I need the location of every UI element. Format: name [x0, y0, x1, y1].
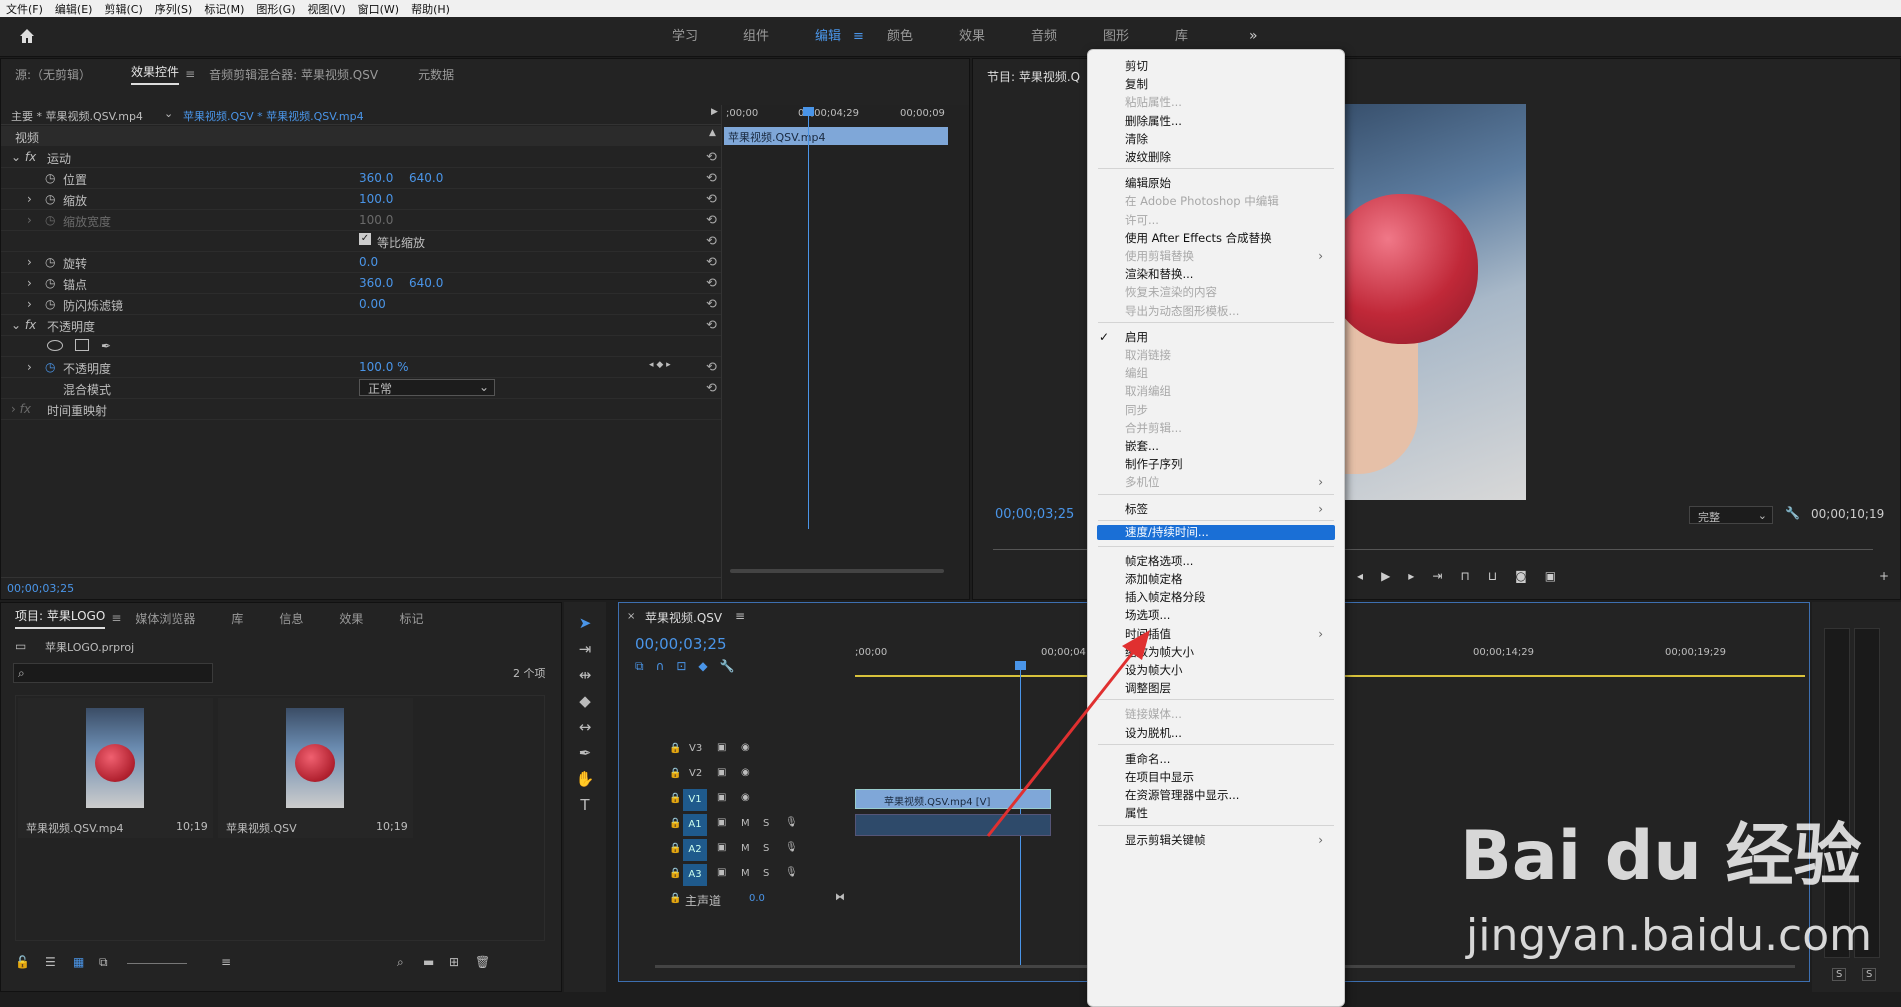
watermark-logo: Bai du 经验 jingyan.baidu.com — [1460, 800, 1900, 990]
watermark-brand: Bai du 经验 — [1460, 817, 1862, 896]
watermark-url: jingyan.baidu.com — [1466, 910, 1873, 961]
